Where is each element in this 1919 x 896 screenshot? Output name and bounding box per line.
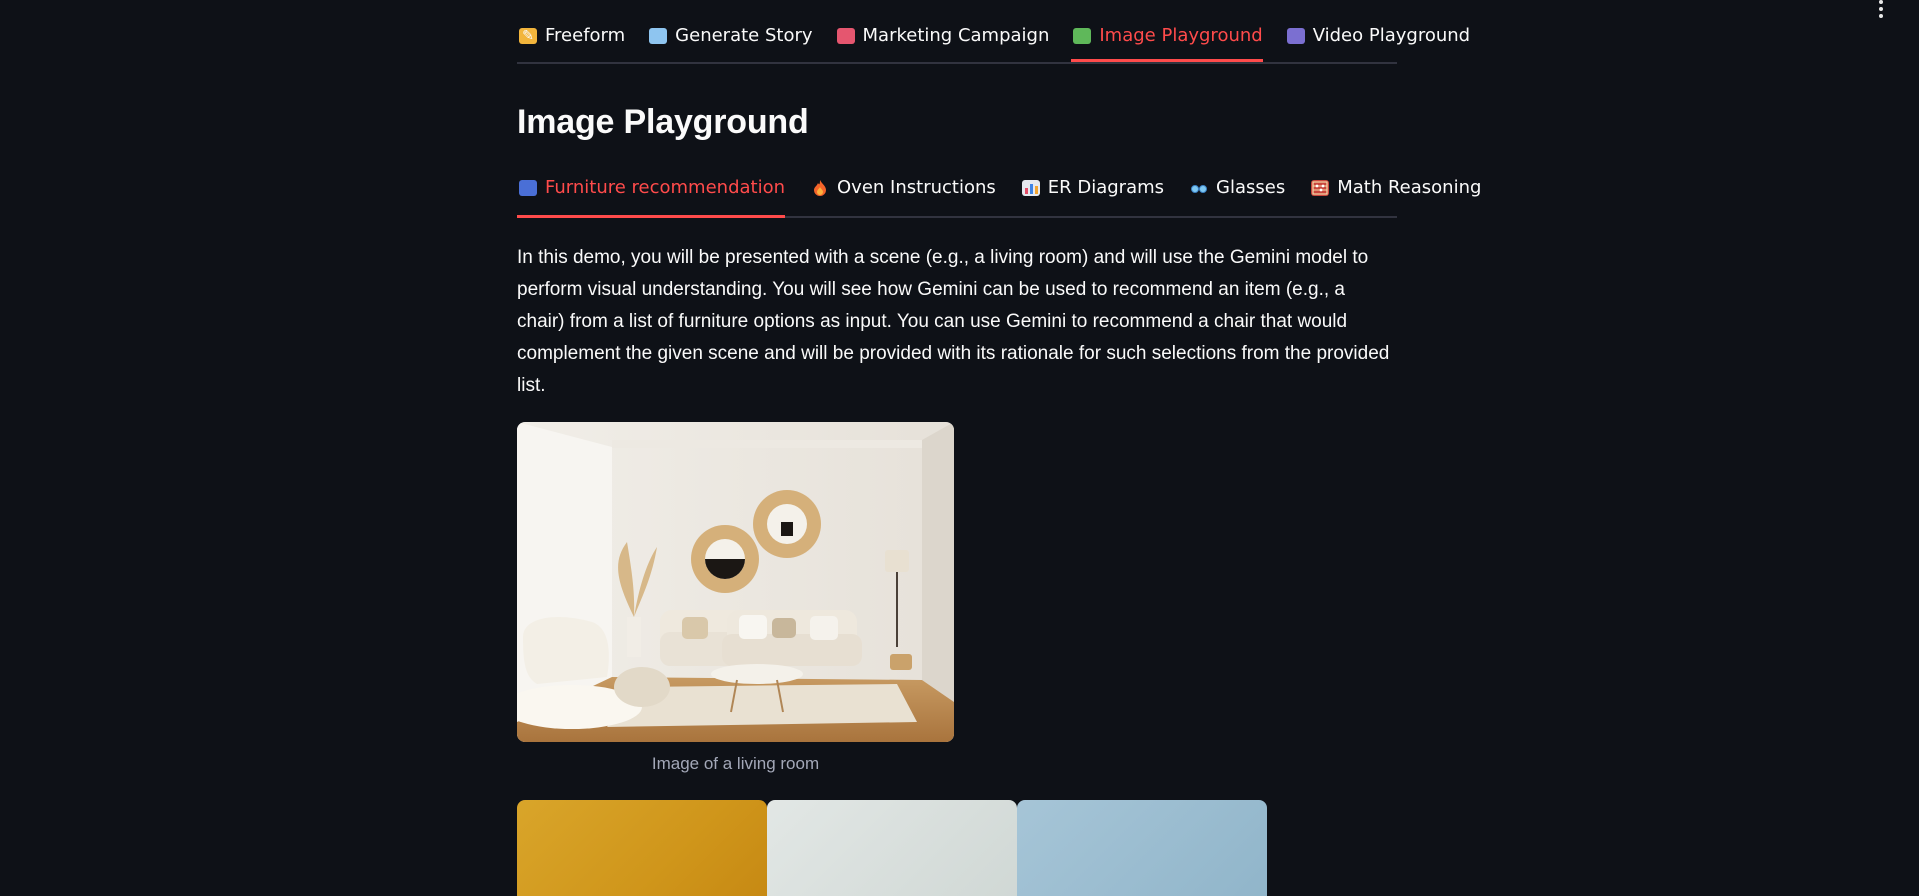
tab-label: Video Playground — [1312, 25, 1471, 46]
page-title: Image Playground — [517, 103, 809, 141]
bar-chart-icon — [1021, 180, 1040, 196]
tab-label: Furniture recommendation — [545, 177, 786, 198]
tab-label: Math Reasoning — [1337, 177, 1482, 198]
main-menu-button[interactable] — [1873, 0, 1889, 18]
menu-dot — [1879, 7, 1883, 11]
tab-label: Image Playground — [1099, 25, 1263, 46]
chair-options — [517, 800, 1397, 896]
tab-math-reasoning[interactable]: Math Reasoning — [1309, 174, 1493, 202]
memo-icon: ✎ — [519, 28, 537, 44]
tab-furniture-recommendation[interactable]: Furniture recommendation — [517, 174, 797, 218]
couch-icon — [519, 180, 537, 196]
chair-option-image — [1017, 800, 1267, 896]
tab-label: Marketing Campaign — [862, 25, 1050, 46]
sub-tab-bar: Furniture recommendation Oven Instructio… — [517, 166, 1481, 218]
tab-label: Freeform — [545, 25, 626, 46]
menu-dot — [1879, 14, 1883, 18]
app-page: ✎ Freeform Generate Story Marketing Camp… — [0, 0, 1919, 896]
tab-oven-instructions[interactable]: Oven Instructions — [809, 174, 1008, 202]
video-icon — [1286, 28, 1305, 44]
living-room-image — [517, 422, 954, 742]
picture-icon — [649, 28, 668, 44]
tab-label: Oven Instructions — [837, 177, 996, 198]
image-icon — [1073, 28, 1092, 44]
tab-label: Glasses — [1216, 177, 1286, 198]
tab-generate-story[interactable]: Generate Story — [647, 22, 824, 50]
main-content: ✎ Freeform Generate Story Marketing Camp… — [517, 0, 1481, 896]
chair-option-image — [517, 800, 767, 896]
image-caption: Image of a living room — [651, 754, 820, 773]
fire-icon — [811, 180, 829, 196]
megaphone-icon — [836, 28, 855, 44]
menu-dot — [1879, 0, 1883, 4]
chair-option-image — [767, 800, 1017, 896]
tab-video-playground[interactable]: Video Playground — [1285, 22, 1482, 50]
tab-freeform[interactable]: ✎ Freeform — [517, 22, 637, 50]
tab-glasses[interactable]: Glasses — [1188, 174, 1297, 202]
abacus-icon — [1311, 180, 1330, 196]
tab-label: ER Diagrams — [1047, 177, 1165, 198]
tab-marketing-campaign[interactable]: Marketing Campaign — [835, 22, 1062, 50]
living-room-figure: Image of a living room — [517, 422, 954, 774]
tab-label: Generate Story — [675, 25, 813, 46]
glasses-icon — [1190, 180, 1208, 196]
top-tab-bar: ✎ Freeform Generate Story Marketing Camp… — [517, 0, 1470, 64]
demo-description: In this demo, you will be presented with… — [517, 247, 1390, 396]
tab-image-playground[interactable]: Image Playground — [1071, 22, 1274, 62]
tab-er-diagrams[interactable]: ER Diagrams — [1020, 174, 1176, 202]
